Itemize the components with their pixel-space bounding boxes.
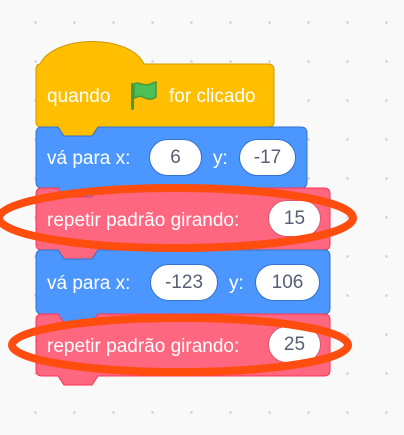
code-script: quando for clicado vá para x: 6 y: -17 r… (0, 0, 404, 435)
hat-label-when: quando (47, 86, 111, 107)
goto-1-label-x: vá para x: (47, 148, 131, 169)
goto-1-y-input[interactable]: -17 (239, 139, 296, 176)
green-flag-icon (131, 81, 157, 110)
goto-2-x-input[interactable]: -123 (150, 264, 218, 301)
goto-1-label-y: y: (213, 148, 228, 169)
goto-2-label-y: y: (229, 273, 244, 294)
hat-label-clicked: for clicado (169, 86, 256, 107)
pattern-1-label: repetir padrão girando: (47, 210, 240, 231)
goto-2-y-input[interactable]: 106 (255, 264, 320, 301)
pattern-2-label: repetir padrão girando: (47, 336, 240, 357)
pattern-2-value-input[interactable]: 25 (268, 326, 321, 363)
pattern-1-value-input[interactable]: 15 (268, 200, 321, 237)
goto-2-label-x: vá para x: (47, 273, 131, 294)
goto-1-x-input[interactable]: 6 (149, 139, 202, 176)
